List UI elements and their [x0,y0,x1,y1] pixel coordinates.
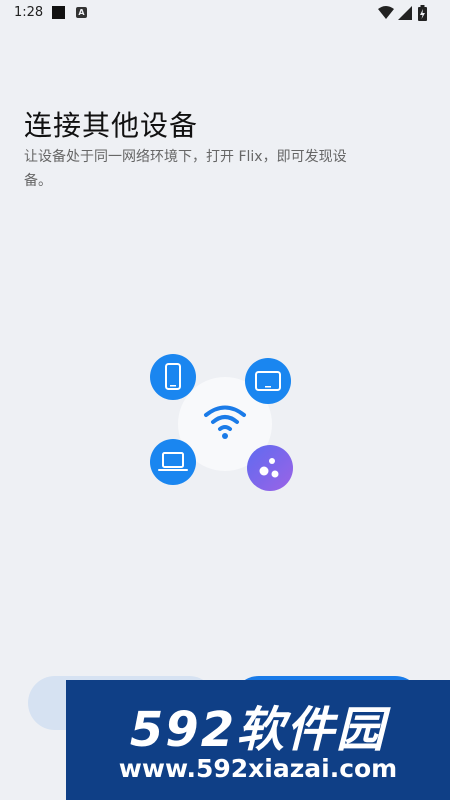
more-devices-icon [259,458,279,478]
watermark-url: www.592xiazai.com [118,754,398,783]
tablet-device [245,358,291,404]
phone-icon [165,363,181,390]
battery-icon [418,5,427,21]
more-devices [247,445,293,491]
status-time: 1:28 [14,5,44,20]
phone-device [150,354,196,400]
laptop-device [150,439,196,485]
wifi-icon [204,405,246,439]
watermark-brand: 592软件园 [129,702,387,758]
laptop-icon [158,452,188,471]
page-subtitle: 让设备处于同一网络环境下，打开 Flix，即可发现设备。 [24,149,347,189]
page-title: 连接其他设备 [24,109,199,142]
cell-signal-icon [398,6,412,20]
watermark: 592软件园 www.592xiazai.com [66,680,450,800]
tablet-icon [255,371,281,391]
notification-square-icon [52,6,65,19]
wifi-signal-icon [378,6,394,19]
status-bar: 1:28 A [0,0,450,26]
notification-app-icon: A [76,7,87,18]
system-icons [378,5,438,21]
